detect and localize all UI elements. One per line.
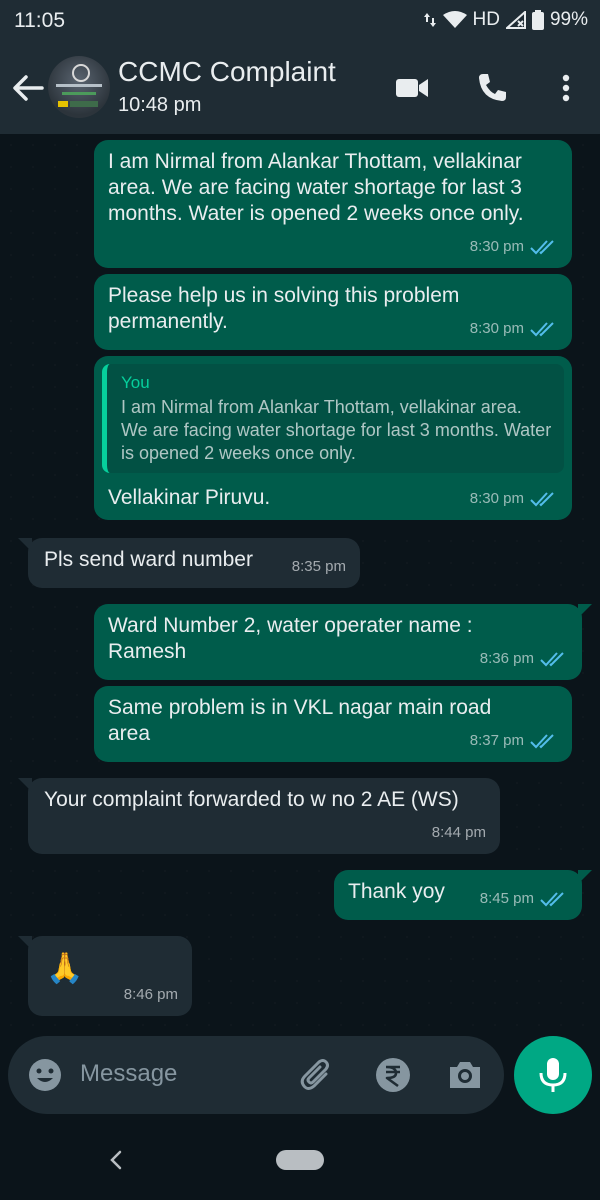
wifi-icon: [442, 11, 467, 28]
read-receipt-icon: [540, 652, 564, 667]
quoted-text: I am Nirmal from Alankar Thottam, vellak…: [121, 397, 552, 463]
message-text: Ward Number 2, water operater name : Ram…: [108, 614, 473, 663]
message-time: 8:30 pm: [469, 320, 524, 337]
message-input[interactable]: Message: [80, 1060, 177, 1088]
more-vert-icon[interactable]: [548, 70, 584, 106]
message-outgoing-reply[interactable]: You I am Nirmal from Alankar Thottam, ve…: [94, 356, 572, 520]
quoted-message[interactable]: You I am Nirmal from Alankar Thottam, ve…: [102, 364, 564, 473]
message-time: 8:35 pm: [291, 558, 346, 575]
bubble-tail: [18, 538, 32, 552]
last-seen: 10:48 pm: [118, 94, 202, 116]
message-text: I am Nirmal from Alankar Thottam, vellak…: [108, 150, 524, 225]
nav-back-icon[interactable]: [104, 1148, 128, 1172]
read-receipt-icon: [530, 322, 554, 337]
message-meta: 8:30 pm: [470, 486, 558, 512]
nav-home-pill[interactable]: [276, 1150, 324, 1170]
attach-icon[interactable]: [298, 1056, 336, 1094]
message-outgoing[interactable]: Ward Number 2, water operater name : Ram…: [94, 604, 592, 680]
message-time: 8:44 pm: [431, 824, 486, 841]
message-time: 8:37 pm: [469, 732, 524, 749]
rupee-icon[interactable]: [374, 1056, 412, 1094]
contact-name[interactable]: CCMC Complaint: [118, 56, 336, 88]
read-receipt-icon: [530, 240, 554, 255]
avatar[interactable]: [48, 56, 110, 118]
message-meta: 8:37 pm: [470, 728, 558, 754]
video-call-icon[interactable]: [394, 70, 430, 106]
message-incoming[interactable]: Your complaint forwarded to w no 2 AE (W…: [18, 778, 500, 854]
message-text: Your complaint forwarded to w no 2 AE (W…: [44, 788, 459, 811]
message-composer[interactable]: Message: [8, 1036, 504, 1114]
read-receipt-icon: [530, 492, 554, 507]
battery-icon: [531, 10, 544, 30]
message-outgoing[interactable]: Same problem is in VKL nagar main road a…: [94, 686, 572, 762]
message-time: 8:30 pm: [469, 238, 524, 255]
camera-icon[interactable]: [446, 1056, 484, 1094]
message-text: Please help us in solving this problem p…: [108, 284, 460, 333]
mic-button[interactable]: [514, 1036, 592, 1114]
message-meta: 8:30 pm: [470, 234, 558, 260]
bubble-tail: [18, 936, 32, 950]
quoted-sender: You: [121, 373, 150, 392]
message-text: Same problem is in VKL nagar main road a…: [108, 696, 492, 745]
battery-percent: 99%: [549, 9, 588, 30]
bubble-tail: [578, 604, 592, 618]
message-outgoing[interactable]: Thank yoy 8:45 pm: [334, 870, 592, 920]
message-outgoing[interactable]: I am Nirmal from Alankar Thottam, vellak…: [94, 140, 572, 268]
status-icons: HD 99%: [423, 9, 588, 31]
message-meta: 8:44 pm: [432, 820, 486, 846]
message-meta: 8:36 pm: [480, 646, 568, 672]
message-time: 8:46 pm: [123, 986, 178, 1003]
status-bar: 11:05 HD 99%: [0, 0, 600, 42]
message-meta: 8:46 pm: [124, 982, 178, 1008]
message-incoming[interactable]: 🙏 8:46 pm: [18, 936, 192, 1016]
status-time: 11:05: [14, 9, 65, 32]
message-outgoing[interactable]: Please help us in solving this problem p…: [94, 274, 572, 350]
message-meta: 8:35 pm: [292, 554, 346, 580]
message-meta: 8:30 pm: [470, 316, 558, 342]
signal-icon: [505, 11, 526, 29]
bubble-tail: [578, 870, 592, 884]
message-incoming[interactable]: Pls send ward number 8:35 pm: [18, 538, 360, 588]
message-meta: 8:45 pm: [480, 886, 568, 912]
phone-icon[interactable]: [474, 70, 510, 106]
message-time: 8:45 pm: [479, 890, 534, 907]
system-nav-bar: [0, 1120, 600, 1200]
bubble-tail: [18, 778, 32, 792]
message-time: 8:30 pm: [469, 490, 524, 507]
back-arrow-icon[interactable]: [8, 68, 48, 108]
read-receipt-icon: [530, 734, 554, 749]
chat-header: CCMC Complaint 10:48 pm: [0, 42, 600, 134]
data-arrows-icon: [423, 13, 436, 27]
chat-area[interactable]: I am Nirmal from Alankar Thottam, vellak…: [0, 134, 600, 1034]
network-type-label: HD: [472, 9, 500, 30]
mic-icon: [539, 1058, 567, 1092]
emoji-icon[interactable]: [26, 1056, 64, 1094]
message-time: 8:36 pm: [479, 650, 534, 667]
read-receipt-icon: [540, 892, 564, 907]
